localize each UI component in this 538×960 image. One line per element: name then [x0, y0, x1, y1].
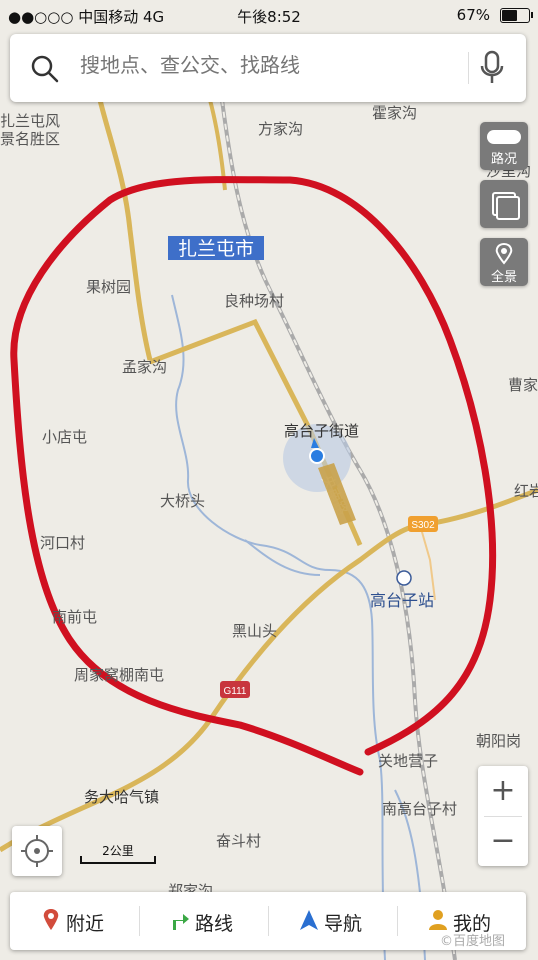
map-watermark: ©百度地图	[440, 934, 506, 949]
current-location-dot	[309, 448, 325, 464]
location-pin-icon	[43, 909, 59, 930]
place-label[interactable]: 景名胜区	[0, 130, 60, 148]
zoom-control[interactable]: + −	[478, 766, 528, 866]
route-arrow-icon	[173, 914, 189, 930]
tab-nearby[interactable]: 附近	[10, 892, 139, 950]
station-label[interactable]: 高台子站	[370, 591, 434, 610]
place-label[interactable]: 扎兰屯风	[0, 112, 60, 130]
place-label[interactable]: 南前屯	[52, 608, 97, 626]
place-label[interactable]: 黑山头	[232, 622, 277, 640]
tab-route[interactable]: 路线	[139, 892, 268, 950]
search-input[interactable]	[78, 54, 442, 79]
place-label[interactable]: 红岩	[514, 482, 538, 500]
place-label[interactable]: 高台子街道	[284, 422, 359, 440]
place-label[interactable]: 奋斗村	[216, 832, 261, 850]
place-label[interactable]: 大桥头	[160, 492, 205, 510]
place-label[interactable]: 南高台子村	[382, 800, 457, 818]
place-label[interactable]: 方家沟	[258, 120, 303, 138]
search-bar[interactable]	[10, 34, 526, 102]
search-icon[interactable]	[30, 54, 60, 84]
place-label[interactable]: 周家窝棚南屯	[74, 666, 164, 684]
tab-nearby-label: 附近	[66, 913, 105, 935]
place-label[interactable]: 霍家沟	[372, 104, 417, 122]
tab-route-label: 路线	[195, 913, 234, 935]
place-label[interactable]: 务大哈气镇	[84, 788, 159, 806]
tab-navigation[interactable]: 导航	[268, 892, 397, 950]
panorama-button[interactable]: 全景	[480, 238, 528, 286]
pin-icon	[495, 242, 513, 265]
status-bar: ●●○○○ 中国移动 4G 午後8:52 67%	[0, 0, 538, 30]
place-label[interactable]: 河口村	[40, 534, 85, 552]
place-label[interactable]: 关地营子	[378, 752, 438, 770]
zoom-out-button[interactable]: −	[478, 816, 528, 866]
zoom-in-button[interactable]: +	[478, 766, 528, 816]
battery-percent: 67%	[456, 6, 490, 24]
place-label[interactable]: 果树园	[86, 278, 131, 296]
place-label[interactable]: 良种场村	[224, 292, 284, 310]
traffic-icon	[487, 130, 521, 144]
scale-bar: 2公里	[80, 842, 156, 866]
traffic-label: 路况	[490, 152, 517, 167]
search-divider	[468, 52, 469, 84]
place-label[interactable]: 朝阳岗	[476, 732, 521, 750]
road-shield-g111-text: G111	[224, 686, 247, 697]
battery-icon	[500, 8, 533, 23]
locate-button[interactable]	[12, 826, 62, 876]
layers-button[interactable]	[480, 180, 528, 228]
user-icon	[429, 910, 447, 930]
panorama-label: 全景	[490, 270, 517, 285]
map-canvas[interactable]: S302 G111 扎兰屯市 霍家沟 方家沟 扎兰屯风 景名胜区 沙里沟 果树园…	[0, 0, 538, 960]
microphone-icon[interactable]	[480, 50, 504, 86]
place-label[interactable]: 孟家沟	[122, 358, 167, 376]
traffic-button[interactable]: 路况	[480, 122, 528, 170]
navigation-arrow-icon	[300, 910, 318, 930]
place-label[interactable]: 曹家	[508, 376, 538, 394]
tab-navigation-label: 导航	[324, 913, 363, 935]
train-station-icon	[396, 570, 412, 586]
city-label[interactable]: 扎兰屯市	[178, 238, 254, 260]
place-label[interactable]: 小店屯	[42, 428, 87, 446]
crosshair-icon	[21, 835, 53, 867]
road-shield-s302-text: S302	[411, 520, 435, 531]
